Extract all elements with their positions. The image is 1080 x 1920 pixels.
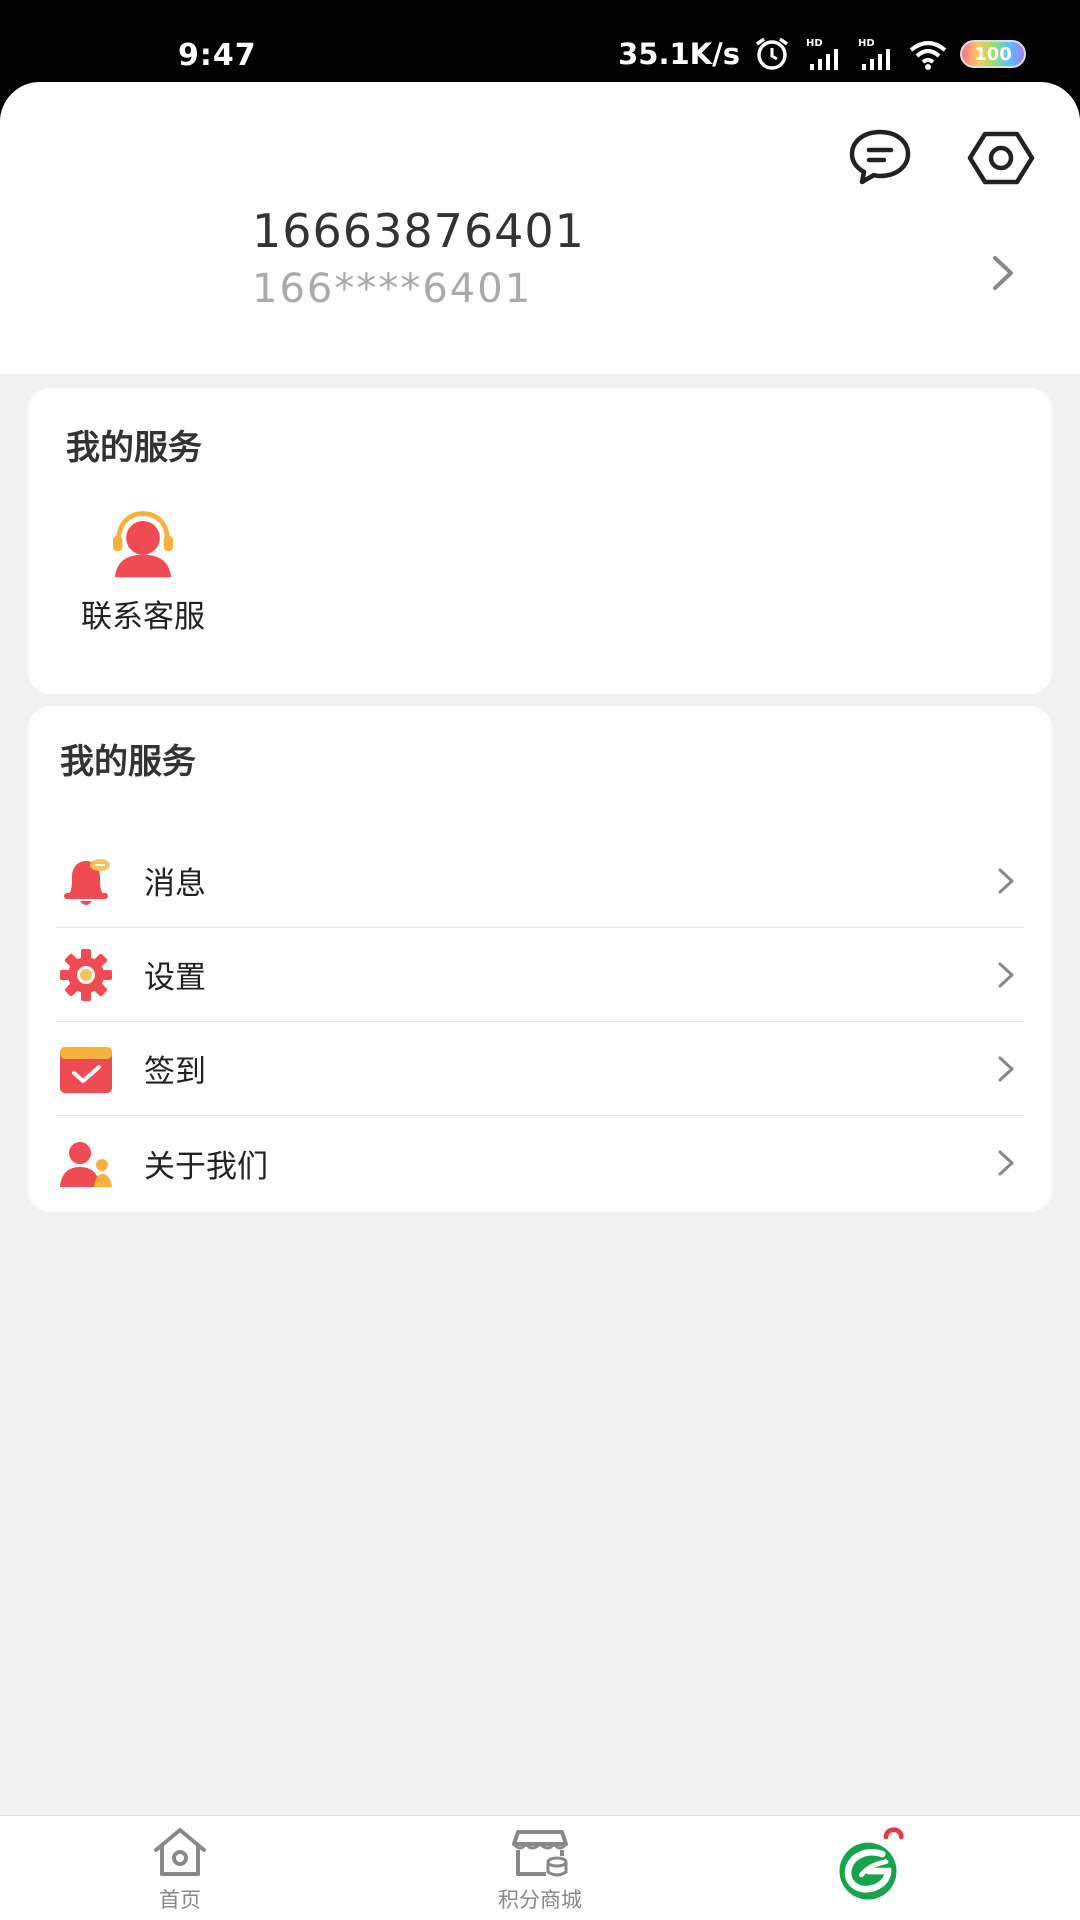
chevron-right-icon [998,962,1014,988]
gear-icon [60,948,112,1001]
hd-signal-icon: HD [806,38,838,70]
alarm-icon [755,37,789,70]
menu-item-label: 关于我们 [144,1148,268,1185]
checkin-icon [60,1046,112,1093]
about-us-icon [60,1142,112,1187]
leaf-logo-icon [839,1827,904,1900]
wifi-icon [909,41,947,70]
message-icon[interactable] [844,122,916,194]
profile-header: 16663876401 166****6401 [0,82,1080,374]
battery-level: 100 [974,43,1012,65]
svg-text:HD: HD [806,38,823,49]
chevron-right-icon [998,1150,1014,1176]
network-speed: 35.1K/s [618,37,740,71]
chevron-right-icon [998,868,1014,894]
chevron-right-icon [998,1056,1014,1082]
bell-icon [64,858,110,905]
battery-icon: 100 [960,40,1026,68]
menu-list: 消息 设置 签到 关于我们 [56,834,1024,1210]
contact-service-button[interactable]: 联系客服 [68,506,218,636]
profile-name[interactable]: 16663876401 [252,204,585,258]
bottom-nav: 首页 积分商城 [0,1815,1080,1920]
profile-phone: 166****6401 [252,266,533,312]
nav-tab-home[interactable]: 首页 [70,1826,290,1920]
menu-item-about-us[interactable]: 关于我们 [56,1116,1024,1210]
services-card-title: 我的服务 [66,428,202,468]
settings-icon[interactable] [965,122,1037,194]
nav-tab-mine[interactable] [758,1816,978,1911]
svg-text:HD: HD [858,38,875,49]
menu-item-label: 签到 [144,1054,206,1090]
nav-tab-points-mall[interactable]: 积分商城 [430,1826,650,1920]
nav-label: 首页 [159,1888,201,1912]
menu-card-title: 我的服务 [60,742,196,782]
menu-item-label: 设置 [144,960,206,996]
profile-page: 16663876401 166****6401 我的服务 联系客服 我的服务 消… [0,82,1080,1920]
services-card: 我的服务 联系客服 [28,388,1052,694]
menu-item-label: 消息 [144,866,206,902]
service-label: 联系客服 [81,599,205,635]
nav-label: 积分商城 [498,1888,582,1912]
menu-item-messages[interactable]: 消息 [56,834,1024,928]
chevron-right-icon[interactable] [985,252,1021,294]
hd-signal-icon: HD [858,38,890,70]
status-time: 9:47 [178,38,257,73]
store-icon [512,1830,568,1877]
status-indicators: 35.1K/s HD HD 100 [618,34,1026,74]
status-bar: 9:47 35.1K/s HD HD 100 [0,0,1080,92]
home-icon [154,1828,206,1876]
menu-item-settings[interactable]: 设置 [56,928,1024,1022]
customer-service-icon [113,511,173,578]
menu-card: 我的服务 消息 设置 签到 关于我们 [28,706,1052,1212]
menu-item-checkin[interactable]: 签到 [56,1022,1024,1116]
